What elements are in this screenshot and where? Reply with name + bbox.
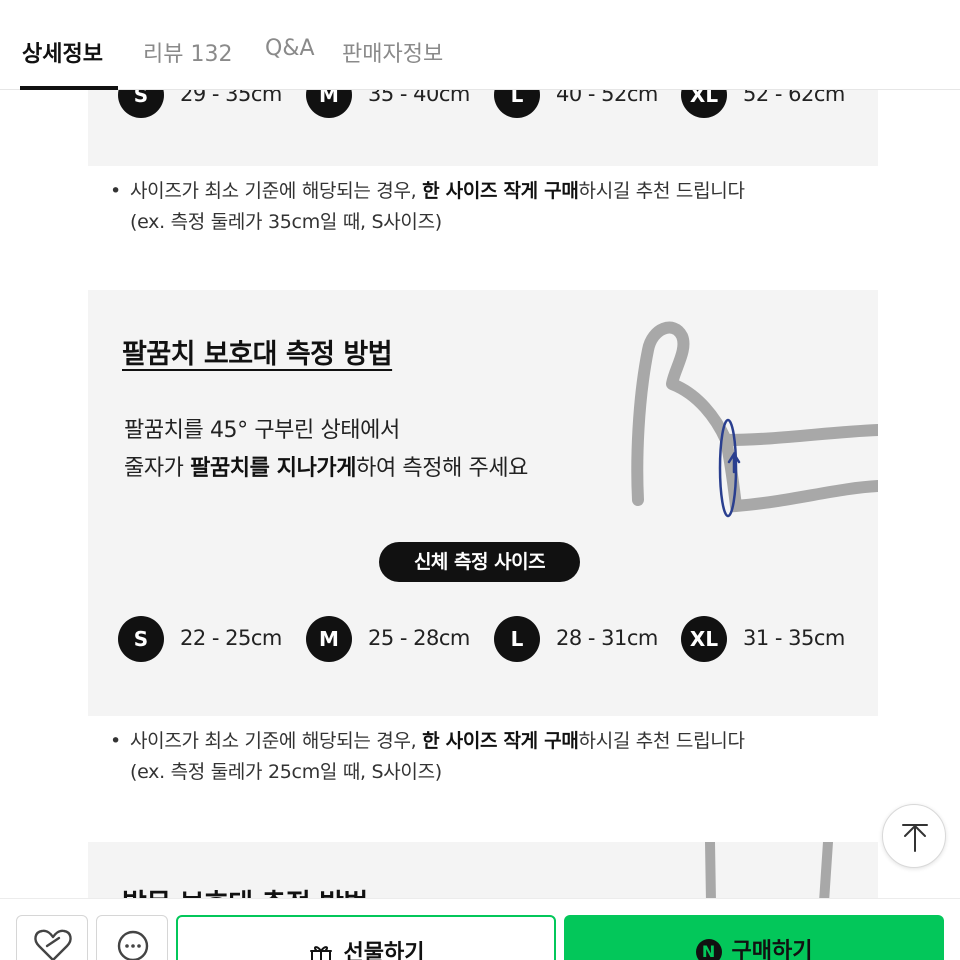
instruction-line-1: 팔꿈치를 45° 구부린 상태에서 [124,418,400,443]
tab-seller-info[interactable]: 판매자정보 [342,36,443,68]
size-range: 40 - 52cm [556,90,658,106]
active-tab-indicator [20,86,118,90]
gift-icon [309,946,332,960]
note-text: 하시길 추천 드립니다 [578,730,745,752]
prev-size-note: • 사이즈가 최소 기준에 해당되는 경우, 한 사이즈 작게 구매하시길 추천 … [110,176,745,238]
buy-button[interactable]: N 구매하기 [564,915,944,960]
size-range: 22 - 25cm [180,626,282,650]
note-line: • 사이즈가 최소 기준에 해당되는 경우, 한 사이즈 작게 구매하시길 추천 … [110,730,745,752]
size-badge: M [306,90,352,118]
section-title: 팔꿈치 보호대 측정 방법 [122,339,393,370]
instruction-emphasis: 팔꿈치를 지나가게 [190,456,357,481]
note-text: 사이즈가 최소 기준에 해당되는 경우, [130,180,423,202]
tab-reviews[interactable]: 리뷰 132 [143,36,232,68]
arm-outline-lower [720,434,878,513]
elbow-size-note: • 사이즈가 최소 기준에 해당되는 경우, 한 사이즈 작게 구매하시길 추천 … [110,726,745,788]
naver-pay-icon: N [695,939,722,960]
note-line: • 사이즈가 최소 기준에 해당되는 경우, 한 사이즈 작게 구매하시길 추천 … [110,180,745,202]
arm-outline-upper [631,321,878,506]
instruction-line-2: 줄자가 팔꿈치를 지나가게하여 측정해 주세요 [124,450,528,488]
size-range: 35 - 40cm [368,90,470,106]
measure-instructions: 팔꿈치를 45° 구부린 상태에서 줄자가 팔꿈치를 지나가게하여 측정해 주세… [124,412,528,488]
wishlist-button[interactable] [16,915,88,960]
size-badge: L [494,616,540,662]
buy-button-label: 구매하기 [731,939,813,960]
arrow-up-icon [902,824,928,852]
prev-size-panel: S 29 - 35cm M 35 - 40cm L 40 - 52cm XL 5… [88,90,878,166]
buy-button-content: N 구매하기 [564,933,944,960]
size-badge: S [118,616,164,662]
elbow-size-row: S 22 - 25cm M 25 - 28cm L 28 - 31cm XL 3… [118,616,858,664]
tab-qna[interactable]: Q&A [265,36,315,61]
size-range: 29 - 35cm [180,90,282,106]
note-example-text: (ex. 측정 둘레가 25cm일 때, S사이즈) [130,761,442,783]
note-example: (ex. 측정 둘레가 25cm일 때, S사이즈) [110,757,745,788]
gift-button-label: 선물하기 [343,941,425,960]
elbow-arm-illustration [631,321,878,518]
tab-details[interactable]: 상세정보 [22,36,103,68]
size-badge: XL [681,616,727,662]
product-tab-bar: 상세정보 리뷰 132 Q&A 판매자정보 [0,0,960,90]
note-text: 하시길 추천 드립니다 [578,180,745,202]
instruction-text: 줄자가 [124,456,191,481]
size-badge: XL [681,90,727,118]
bottom-action-bar: 선물하기 N 구매하기 [0,898,960,960]
size-badge: M [306,616,352,662]
size-range: 28 - 31cm [556,626,658,650]
note-example: (ex. 측정 둘레가 35cm일 때, S사이즈) [110,207,745,238]
chat-bubble-icon [117,930,149,960]
instruction-text: 하여 측정해 주세요 [356,456,529,481]
gift-button[interactable]: 선물하기 [176,915,556,960]
size-range: 52 - 62cm [743,90,845,106]
size-badge: S [118,90,164,118]
note-text: 사이즈가 최소 기준에 해당되는 경우, [130,730,423,752]
note-example-text: (ex. 측정 둘레가 35cm일 때, S사이즈) [130,211,442,233]
heart-icon [34,929,72,960]
note-emphasis: 한 사이즈 작게 구매 [422,730,579,752]
body-measure-size-pill: 신체 측정 사이즈 [379,542,580,582]
size-range: 25 - 28cm [368,626,470,650]
size-range: 31 - 35cm [743,626,845,650]
scroll-to-top-button[interactable] [882,804,946,868]
chat-button[interactable] [96,915,168,960]
size-badge: L [494,90,540,118]
note-emphasis: 한 사이즈 작게 구매 [422,180,579,202]
elbow-measure-panel: 팔꿈치 보호대 측정 방법 팔꿈치를 45° 구부린 상태에서 줄자가 팔꿈치를… [88,290,878,716]
gift-button-content: 선물하기 [178,935,554,960]
prev-size-row: S 29 - 35cm M 35 - 40cm L 40 - 52cm XL 5… [118,90,858,120]
